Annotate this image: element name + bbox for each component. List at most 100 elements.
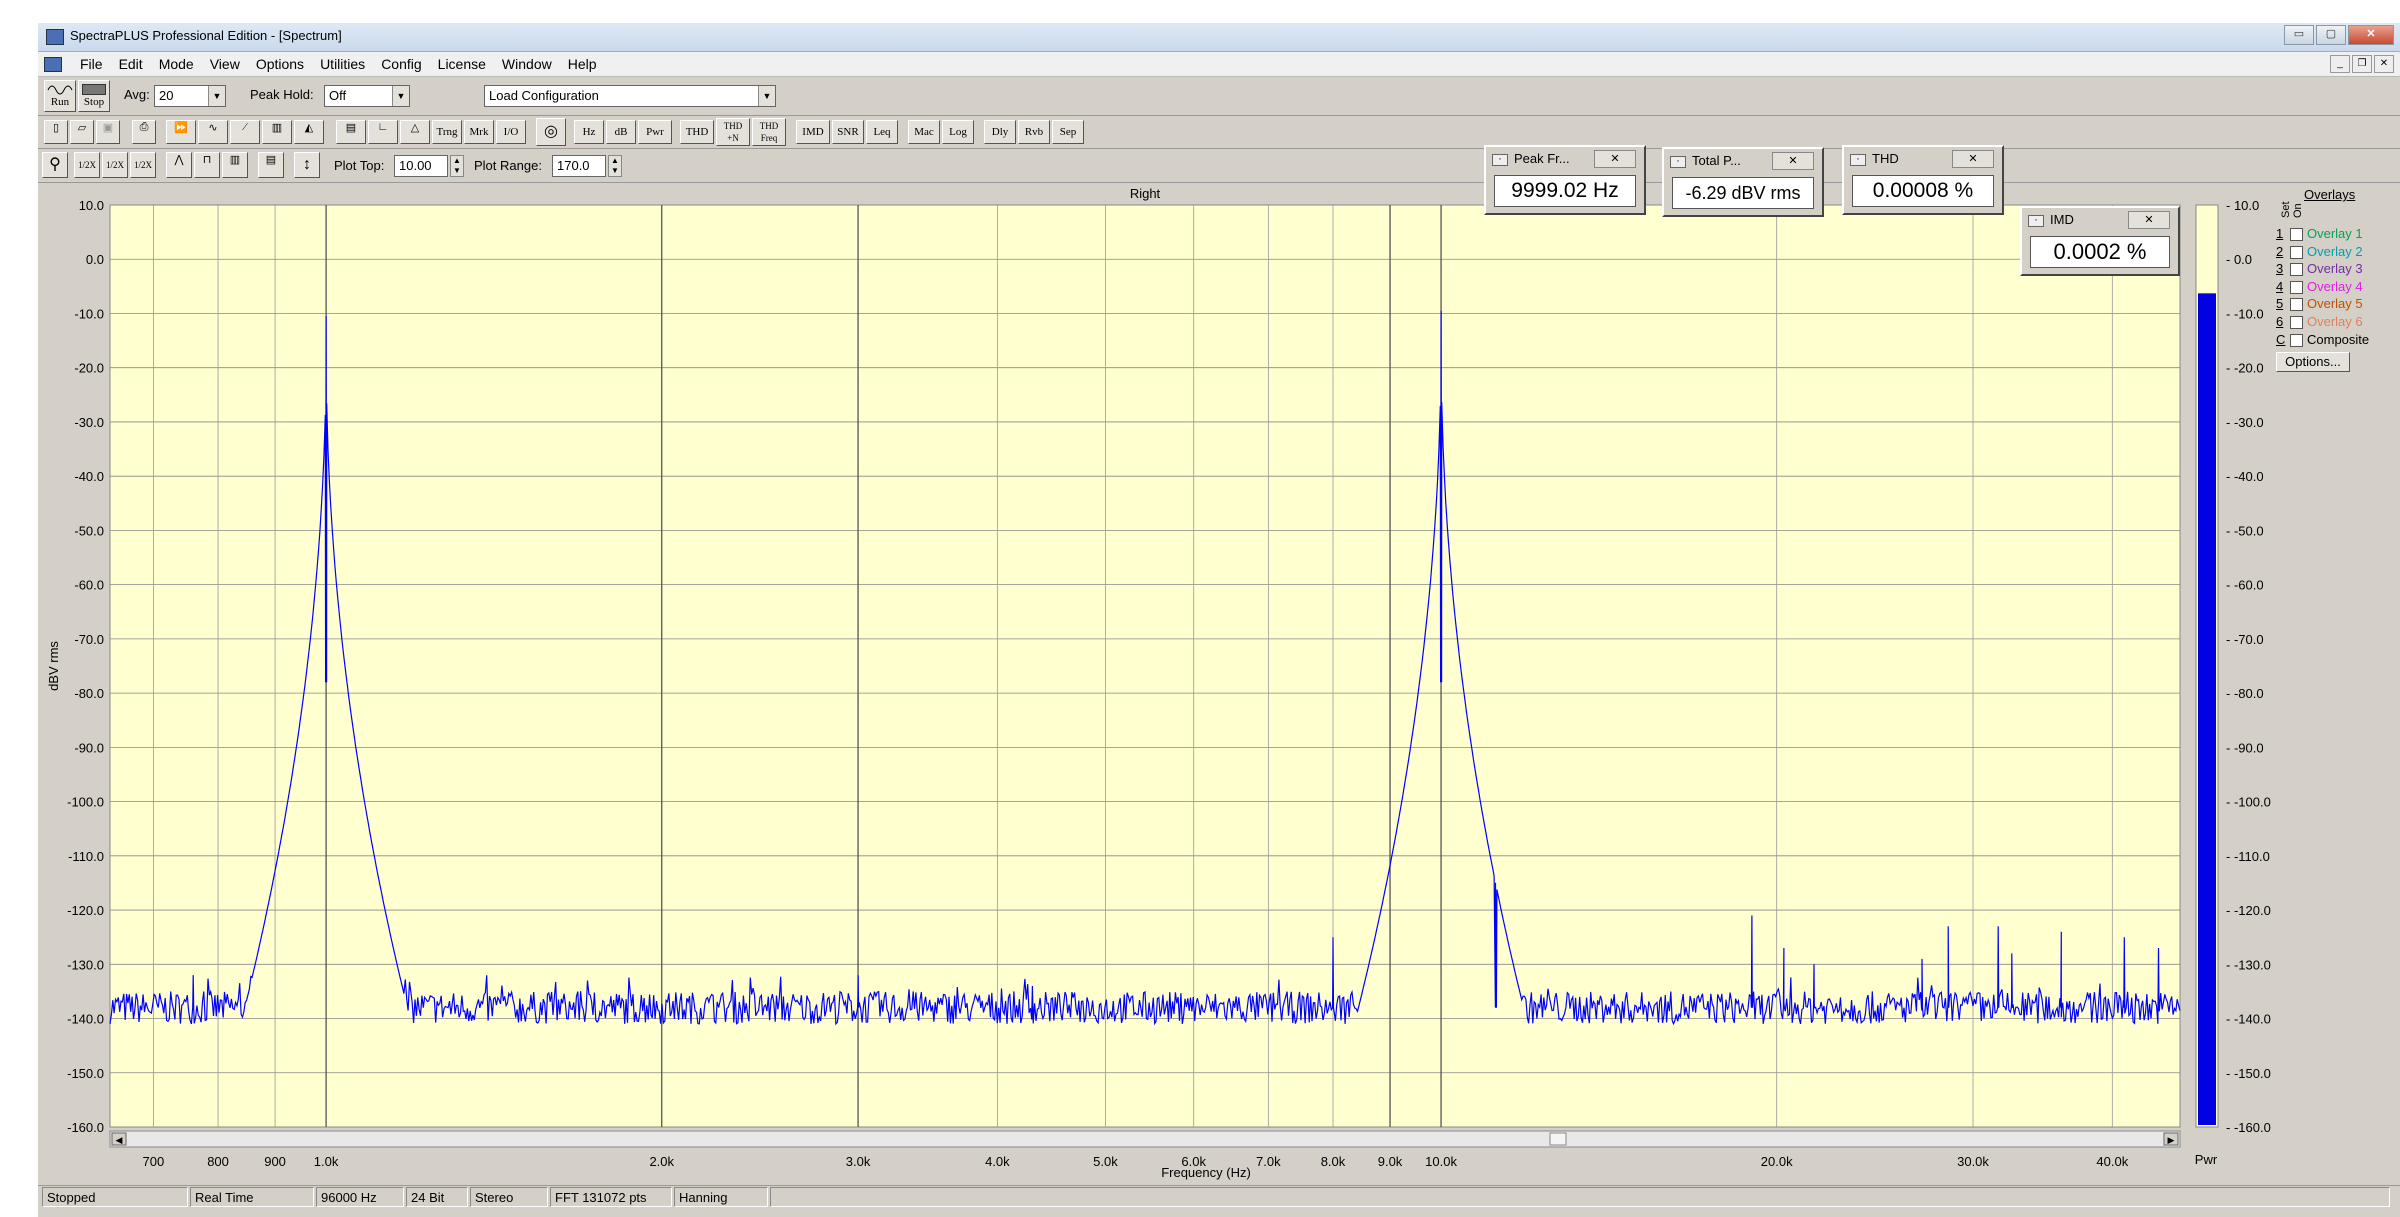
overlay-checkbox[interactable] — [2290, 245, 2303, 259]
meter-value: -6.29 dBV rms — [1672, 177, 1814, 209]
overlay-checkbox[interactable] — [2290, 263, 2303, 277]
y-tick-label-right: - -50.0 — [2226, 523, 2264, 538]
status-channels: Stereo — [470, 1187, 548, 1207]
overlay-set-number[interactable]: 1 — [2276, 226, 2288, 241]
x-tick-label: 40.0k — [2096, 1154, 2128, 1169]
x-tick-label: 6.0k — [1181, 1154, 1206, 1169]
meter-close-button[interactable]: ✕ — [1952, 150, 1994, 168]
y-tick-label: -50.0 — [74, 523, 104, 538]
y-tick-label-right: - -90.0 — [2226, 740, 2264, 755]
meter-icon: ◦ — [1670, 156, 1686, 168]
y-tick-label: -140.0 — [67, 1012, 104, 1027]
y-tick-label-right: - -20.0 — [2226, 361, 2264, 376]
x-tick-label: 9.0k — [1378, 1154, 1403, 1169]
overlay-options-button[interactable]: Options... — [2276, 352, 2350, 372]
overlays-header: Overlays — [2304, 187, 2356, 202]
meter-close-button[interactable]: ✕ — [2128, 211, 2170, 229]
x-tick-label: 800 — [207, 1154, 229, 1169]
thd-meter[interactable]: ◦ THD ✕ 0.00008 % — [1842, 145, 2004, 215]
status-bits: 24 Bit — [406, 1187, 468, 1207]
overlay-label: Overlay 2 — [2307, 243, 2363, 259]
x-tick-label: 7.0k — [1256, 1154, 1281, 1169]
y-tick-label-right: - 10.0 — [2226, 198, 2259, 213]
y-tick-label: -100.0 — [67, 795, 104, 810]
chevron-right-icon: ▶ — [2168, 1135, 2175, 1145]
status-mode: Real Time — [190, 1187, 314, 1207]
y-tick-label-right: - -40.0 — [2226, 469, 2264, 484]
y-tick-label: -10.0 — [74, 306, 104, 321]
total-power-meter[interactable]: ◦ Total P... ✕ -6.29 dBV rms — [1662, 147, 1824, 217]
y-tick-label-right: - -100.0 — [2226, 795, 2271, 810]
overlay-label: Overlay 6 — [2307, 314, 2363, 329]
meter-value: 0.00008 % — [1852, 175, 1994, 207]
y-tick-label-right: - -80.0 — [2226, 686, 2264, 701]
overlay-row: 4 Overlay 4 — [2276, 279, 2363, 294]
overlay-set-number[interactable]: 5 — [2276, 296, 2288, 311]
overlay-row: 6 Overlay 6 — [2276, 314, 2363, 330]
peak-freq-meter[interactable]: ◦ Peak Fr... ✕ 9999.02 Hz — [1484, 145, 1646, 215]
y-tick-label: 10.0 — [79, 198, 104, 213]
meter-title: Peak Fr... — [1514, 151, 1570, 166]
meter-icon: ◦ — [1850, 154, 1866, 166]
overlay-checkbox[interactable] — [2290, 316, 2303, 330]
x-tick-label: 900 — [264, 1154, 286, 1169]
x-tick-label: 8.0k — [1321, 1154, 1346, 1169]
y-tick-label-right: - -110.0 — [2226, 849, 2270, 864]
plot-background — [109, 204, 2181, 1128]
meter-value: 9999.02 Hz — [1494, 175, 1636, 207]
y-tick-label-right: - -70.0 — [2226, 632, 2264, 647]
y-tick-label-right: - -160.0 — [2226, 1120, 2271, 1135]
overlay-checkbox[interactable] — [2290, 228, 2303, 242]
meter-icon: ◦ — [2028, 215, 2044, 227]
on-label: On — [2292, 203, 2304, 218]
x-tick-label: 3.0k — [846, 1154, 871, 1169]
set-label: Set — [2280, 201, 2292, 218]
meter-icon: ◦ — [1492, 154, 1508, 166]
y-tick-label: -150.0 — [67, 1066, 104, 1081]
overlay-label: Overlay 1 — [2307, 226, 2363, 241]
overlay-row: C Composite — [2276, 332, 2369, 347]
overlay-checkbox[interactable] — [2290, 333, 2303, 347]
status-empty — [770, 1187, 2390, 1207]
y-axis-label: dBV rms — [46, 641, 61, 691]
y-tick-label: -160.0 — [67, 1120, 104, 1135]
status-rate: 96000 Hz — [316, 1187, 404, 1207]
x-tick-label: 4.0k — [985, 1154, 1010, 1169]
scroll-thumb[interactable] — [1549, 1132, 1567, 1146]
y-tick-labels-right: - 10.0 - 0.0 - -10.0 - -20.0 - -30.0 - -40.0 -… — [2226, 198, 2271, 1135]
overlay-row: 3 Overlay 3 — [2276, 261, 2363, 277]
status-fft: FFT 131072 pts — [550, 1187, 672, 1207]
overlay-row: 1 Overlay 1 — [2276, 226, 2363, 242]
meter-title: Total P... — [1692, 153, 1741, 168]
overlay-set-number[interactable]: C — [2276, 332, 2288, 347]
y-tick-label-right: - -130.0 — [2226, 957, 2271, 972]
y-tick-label: -110.0 — [68, 849, 104, 864]
y-tick-label-right: - -30.0 — [2226, 415, 2264, 430]
x-tick-label: 10.0k — [1425, 1154, 1457, 1169]
y-tick-label: -90.0 — [74, 740, 104, 755]
overlay-set-number[interactable]: 2 — [2276, 244, 2288, 259]
overlay-checkbox[interactable] — [2290, 280, 2303, 294]
meter-close-button[interactable]: ✕ — [1772, 152, 1814, 170]
meter-close-button[interactable]: ✕ — [1594, 150, 1636, 168]
y-tick-label: -60.0 — [74, 578, 104, 593]
overlay-set-number[interactable]: 3 — [2276, 261, 2288, 276]
overlay-checkbox[interactable] — [2290, 298, 2303, 312]
level-meter-label: Pwr — [2195, 1152, 2218, 1167]
spectrum-chart[interactable]: Right dBV rms Frequency (Hz) 700 800 900 1.… — [0, 0, 2400, 1217]
y-tick-label: -130.0 — [67, 957, 104, 972]
overlay-label: Overlay 4 — [2307, 278, 2363, 294]
overlay-set-number[interactable]: 4 — [2276, 279, 2288, 294]
chevron-left-icon: ◀ — [116, 1135, 123, 1145]
y-tick-label: -40.0 — [74, 469, 104, 484]
x-tick-label: 1.0k — [314, 1154, 339, 1169]
overlay-label: Composite — [2307, 331, 2370, 347]
overlay-set-number[interactable]: 6 — [2276, 314, 2288, 329]
h-scrollbar[interactable] — [109, 1130, 2181, 1148]
meter-value: 0.0002 % — [2030, 236, 2170, 268]
status-bar: Stopped Real Time 96000 Hz 24 Bit Stereo… — [38, 1185, 2400, 1210]
imd-meter[interactable]: ◦ IMD ✕ 0.0002 % — [2020, 206, 2180, 276]
y-tick-label-right: - -120.0 — [2226, 903, 2271, 918]
x-tick-label: 2.0k — [649, 1154, 674, 1169]
y-tick-label: -70.0 — [74, 632, 104, 647]
